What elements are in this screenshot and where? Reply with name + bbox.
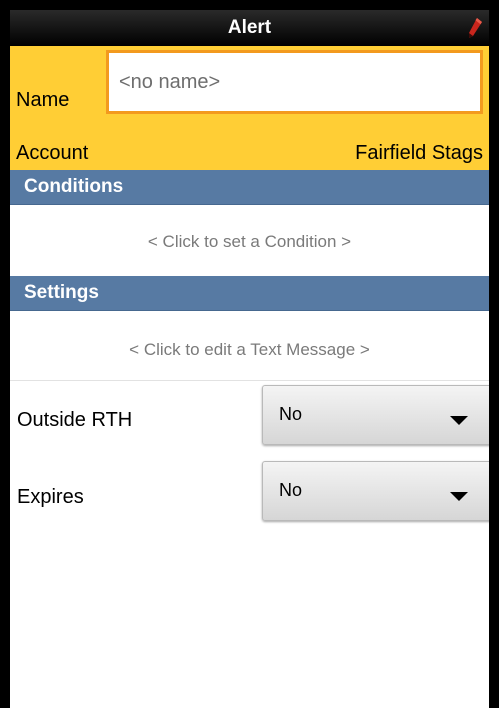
account-value: Fairfield Stags [355,142,483,164]
settings-header: Settings [10,276,489,311]
edit-text-message-prompt[interactable]: < Click to edit a Text Message > [10,340,489,360]
divider [10,380,489,381]
expires-value: No [279,480,303,500]
set-condition-prompt[interactable]: < Click to set a Condition > [10,232,489,252]
account-label: Account [16,142,89,164]
title-bar: Alert [10,10,489,46]
alert-header: Name Account Fairfield Stags [10,46,489,170]
conditions-title: Conditions [24,176,124,197]
conditions-header: Conditions [10,170,489,205]
outside-rth-value: No [279,404,303,424]
settings-title: Settings [24,282,99,303]
name-field[interactable] [106,50,483,114]
expires-label: Expires [17,486,84,508]
outside-rth-dropdown[interactable]: No [262,385,489,445]
alert-screen: Alert Name Account Fairfield Stags Condi… [10,10,489,708]
expires-dropdown[interactable]: No [262,461,489,521]
name-label: Name [16,89,70,111]
page-title: Alert [227,17,272,38]
chevron-down-icon [450,416,468,425]
pen-icon[interactable] [465,16,485,42]
chevron-down-icon [450,492,468,501]
outside-rth-label: Outside RTH [17,409,133,431]
